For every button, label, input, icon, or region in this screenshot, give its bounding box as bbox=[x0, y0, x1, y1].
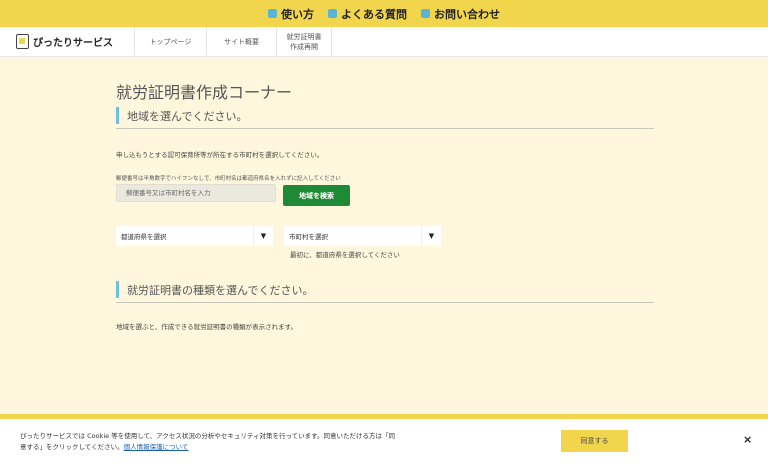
search-hint: 郵便番号は半角数字でハイフンなしで、市町村名は都道府県名を入れずに記入してくださ… bbox=[116, 176, 341, 182]
logo-text: ぴったりサービス bbox=[33, 38, 113, 49]
nav-item-label-line2: 作成再開 bbox=[290, 42, 318, 51]
section-heading-certificate-type: 就労証明書の種類を選んでください。 bbox=[116, 281, 654, 303]
city-select[interactable]: 市町村を選択 ▼ bbox=[284, 226, 441, 246]
cookie-text-line1: ぴったりサービスでは Cookie 等を使用して、アクセス状況の分析やセキュリテ… bbox=[20, 432, 395, 440]
dropdown-arrow-icon: ▼ bbox=[421, 226, 441, 246]
section-heading-region: 地域を選んでください。 bbox=[116, 107, 654, 129]
nav-item-site-overview[interactable]: サイト概要 bbox=[206, 26, 276, 57]
topbar-link-label: 使い方 bbox=[281, 7, 314, 21]
main-nav: ぴったりサービス トップページ サイト概要 就労証明書 作成再開 bbox=[0, 26, 768, 57]
nav-item-label: サイト概要 bbox=[224, 37, 259, 46]
top-help-bar: 使い方 よくある質問 お問い合わせ bbox=[0, 0, 768, 27]
info-square-icon bbox=[421, 9, 430, 18]
logo-icon bbox=[16, 34, 29, 49]
region-search-button[interactable]: 地域を検索 bbox=[283, 185, 350, 206]
page-title: 就労証明書作成コーナー bbox=[116, 83, 293, 102]
close-icon[interactable]: × bbox=[743, 433, 752, 446]
dropdown-arrow-icon: ▼ bbox=[253, 226, 273, 246]
nav-item-label: 就労証明書 作成再開 bbox=[287, 32, 322, 52]
city-select-label: 市町村を選択 bbox=[289, 233, 328, 241]
nav-item-resume-certificate[interactable]: 就労証明書 作成再開 bbox=[276, 26, 332, 57]
privacy-policy-link[interactable]: 個人情報保護について bbox=[124, 443, 189, 451]
nav-item-label-line1: 就労証明書 bbox=[286, 32, 322, 41]
site-logo[interactable]: ぴったりサービス bbox=[0, 34, 134, 49]
topbar-link-usage[interactable]: 使い方 bbox=[268, 6, 314, 22]
certificate-type-description: 地域を選ぶと、作成できる就労証明書の種類が表示されます。 bbox=[116, 323, 297, 331]
cookie-text: ぴったりサービスでは Cookie 等を使用して、アクセス状況の分析やセキュリテ… bbox=[20, 431, 490, 453]
prefecture-select-label: 都道府県を選択 bbox=[121, 233, 167, 241]
cookie-agree-button[interactable]: 同意する bbox=[561, 430, 628, 452]
info-square-icon bbox=[268, 9, 277, 18]
city-select-note: 最初に、都道府県を選択してください bbox=[290, 251, 400, 259]
info-square-icon bbox=[328, 9, 337, 18]
nav-item-label: トップページ bbox=[149, 37, 192, 46]
region-description: 申し込もうとする認可保育所等が所在する市町村を選択してください。 bbox=[116, 151, 324, 159]
cookie-banner: ぴったりサービスでは Cookie 等を使用して、アクセス状況の分析やセキュリテ… bbox=[0, 419, 768, 463]
topbar-link-label: お問い合わせ bbox=[434, 7, 500, 21]
topbar-link-faq[interactable]: よくある質問 bbox=[328, 6, 407, 22]
topbar-link-contact[interactable]: お問い合わせ bbox=[421, 6, 500, 22]
section-heading-text: 地域を選んでください。 bbox=[127, 110, 248, 123]
cookie-text-line2: 意する」をクリックしてください。 bbox=[20, 443, 124, 451]
nav-item-top-page[interactable]: トップページ bbox=[134, 26, 206, 57]
section-heading-text: 就労証明書の種類を選んでください。 bbox=[127, 284, 314, 297]
prefecture-select[interactable]: 都道府県を選択 ▼ bbox=[116, 226, 273, 246]
topbar-link-label: よくある質問 bbox=[341, 7, 407, 21]
region-search-input[interactable] bbox=[116, 184, 276, 202]
